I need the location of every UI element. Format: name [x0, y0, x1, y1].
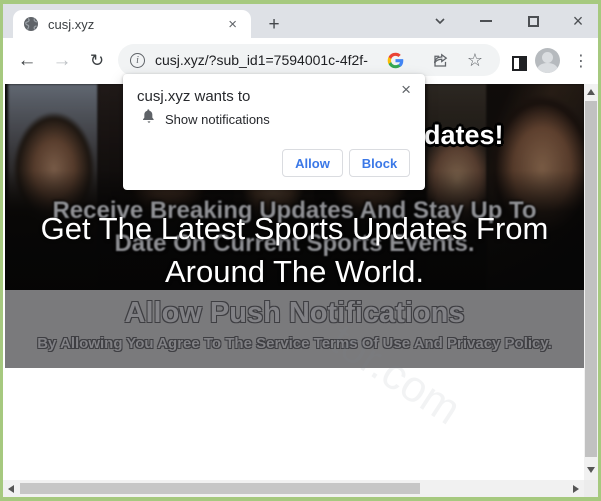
- scroll-left-button[interactable]: [5, 480, 17, 497]
- allow-button[interactable]: Allow: [282, 149, 343, 177]
- block-button[interactable]: Block: [349, 149, 410, 177]
- browser-window: cusj.xyz × + × ← → ↻ i cusj.xyz/?sub_id1…: [0, 0, 601, 501]
- reload-button[interactable]: ↻: [83, 47, 111, 75]
- forward-button[interactable]: →: [48, 47, 76, 75]
- headline-line-2: Around The World.: [5, 254, 584, 290]
- background-image-text: dates!: [424, 120, 504, 151]
- maximize-button[interactable]: [518, 6, 548, 36]
- gray-band: Allow Push Notifications By Allowing You…: [5, 290, 584, 368]
- scroll-up-button[interactable]: [584, 86, 598, 98]
- dialog-close-icon[interactable]: ×: [397, 78, 415, 102]
- permission-request-text: Show notifications: [165, 112, 270, 127]
- notification-permission-dialog: × cusj.xyz wants to Show notifications A…: [123, 74, 425, 190]
- dialog-title: cusj.xyz wants to: [137, 88, 250, 105]
- profile-avatar[interactable]: [535, 48, 560, 73]
- site-info-icon[interactable]: i: [130, 53, 145, 68]
- url-text[interactable]: cusj.xyz/?sub_id1=7594001c-4f2f-: [155, 52, 382, 68]
- horizontal-scrollbar[interactable]: [3, 480, 584, 497]
- new-tab-button[interactable]: +: [261, 12, 287, 38]
- tab-strip: cusj.xyz × + ×: [3, 4, 598, 38]
- back-button[interactable]: ←: [13, 47, 41, 75]
- window-close-button[interactable]: ×: [563, 6, 593, 36]
- band-subtitle: By Allowing You Agree To The Service Ter…: [5, 335, 584, 352]
- bell-icon: [141, 108, 157, 129]
- scroll-down-button[interactable]: [584, 464, 598, 476]
- google-g-glyph: [387, 52, 404, 69]
- horizontal-scroll-thumb[interactable]: [20, 483, 420, 494]
- window-chevron-icon[interactable]: [425, 6, 455, 36]
- headline-line-1: Get The Latest Sports Updates From: [5, 211, 584, 247]
- vertical-scroll-thumb[interactable]: [585, 101, 597, 457]
- vertical-scrollbar[interactable]: [584, 84, 598, 480]
- minimize-button[interactable]: [471, 6, 501, 36]
- tab-title: cusj.xyz: [48, 17, 224, 32]
- tab-close-icon[interactable]: ×: [224, 15, 241, 34]
- globe-favicon-icon: [23, 16, 39, 32]
- google-g-icon[interactable]: [382, 47, 408, 73]
- address-bar[interactable]: i cusj.xyz/?sub_id1=7594001c-4f2f- ☆: [118, 44, 500, 76]
- share-icon[interactable]: [428, 47, 454, 73]
- band-title: Allow Push Notifications: [5, 297, 584, 330]
- menu-dots-icon[interactable]: ⋮: [568, 48, 594, 74]
- scroll-right-button[interactable]: [570, 480, 582, 497]
- bookmark-star-icon[interactable]: ☆: [462, 47, 488, 73]
- side-panel-icon[interactable]: [506, 50, 532, 76]
- scrollbar-corner: [584, 480, 598, 497]
- browser-tab[interactable]: cusj.xyz ×: [13, 10, 251, 38]
